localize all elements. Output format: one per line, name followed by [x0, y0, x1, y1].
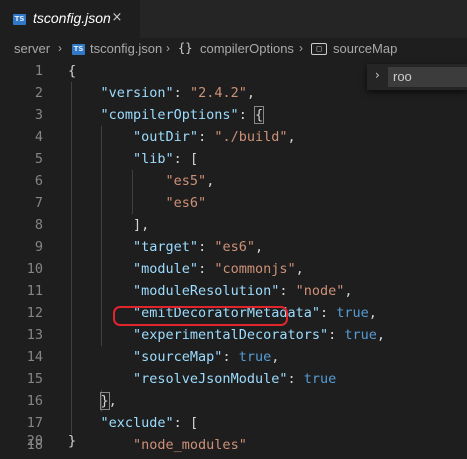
bracket-match: { — [253, 106, 265, 124]
code-text: "outDir": "./build", — [133, 129, 296, 145]
line-number: 3 — [34, 107, 43, 123]
code-line: 4 "outDir": "./build", — [0, 126, 467, 148]
line-number: 2 — [34, 85, 43, 101]
line-number: 12 — [26, 305, 43, 321]
line-number: 6 — [34, 173, 43, 189]
tab-tsconfig[interactable]: TS tsconfig.json × — [0, 0, 140, 38]
line-number: 15 — [26, 371, 43, 387]
typescript-file-icon: TS — [72, 44, 85, 55]
code-text: "experimentalDecorators": true, — [133, 327, 386, 343]
breadcrumb-source-map[interactable]: sourceMap — [333, 41, 397, 56]
code-line: 10 "module": "commonjs", — [0, 258, 467, 280]
code-line: 20 } — [0, 430, 467, 452]
code-text: "module": "commonjs", — [133, 261, 304, 277]
line-number: 4 — [34, 129, 43, 145]
property-icon: □ — [311, 43, 327, 55]
code-text: } — [68, 433, 77, 449]
bracket-match: } — [99, 392, 110, 410]
tab-title: tsconfig.json — [33, 10, 111, 26]
line-number: 5 — [34, 151, 43, 167]
line-number: 20 — [26, 433, 43, 449]
code-line: 15 "resolveJsonModule": true — [0, 368, 467, 390]
code-text: "target": "es6", — [133, 239, 264, 255]
code-text: "version": "2.4.2", — [100, 85, 255, 101]
code-text: "sourceMap": true, — [133, 349, 280, 365]
code-text: "es5", — [165, 173, 215, 189]
code-line: 12 "emitDecoratorMetadata": true, — [0, 302, 467, 324]
line-number: 16 — [26, 393, 43, 409]
code-text: "es6" — [165, 195, 207, 211]
code-line: 14 "sourceMap": true, — [0, 346, 467, 368]
chevron-right-icon: › — [166, 41, 170, 55]
find-input[interactable]: roo — [388, 67, 467, 87]
code-line: 9 "target": "es6", — [0, 236, 467, 258]
chevron-right-icon[interactable]: › — [375, 68, 380, 82]
code-line: 6 "es5", — [0, 170, 467, 192]
tab-bar: TS tsconfig.json × — [0, 0, 467, 38]
code-text: }, — [99, 392, 117, 410]
line-number: 9 — [34, 239, 43, 255]
typescript-file-icon: TS — [13, 14, 26, 25]
breadcrumb-folder-server[interactable]: server — [14, 41, 50, 56]
code-editor[interactable]: 1 { 2 "version": "2.4.2", 3 "compilerOpt… — [0, 60, 467, 459]
code-text: "resolveJsonModule": true — [133, 371, 337, 387]
close-icon[interactable]: × — [107, 8, 127, 28]
code-text: ], — [133, 217, 150, 233]
code-line: 11 "moduleResolution": "node", — [0, 280, 467, 302]
object-icon: {} — [178, 41, 193, 55]
code-text: "moduleResolution": "node", — [133, 283, 353, 299]
code-text: { — [68, 63, 77, 79]
code-line: 8 ], — [0, 214, 467, 236]
line-number: 1 — [34, 63, 43, 79]
code-line: 16 }, — [0, 390, 467, 412]
code-line: 13 "experimentalDecorators": true, — [0, 324, 467, 346]
code-line: 7 "es6" — [0, 192, 467, 214]
chevron-right-icon: › — [58, 41, 62, 55]
line-number: 7 — [34, 195, 43, 211]
code-text: "emitDecoratorMetadata": true, — [133, 305, 377, 321]
code-text: "lib": [ — [133, 151, 199, 167]
line-number: 14 — [26, 349, 43, 365]
line-number: 11 — [26, 283, 43, 299]
line-number: 8 — [34, 217, 43, 233]
line-number: 10 — [26, 261, 43, 277]
breadcrumb: server › TS tsconfig.json › {} compilerO… — [0, 38, 467, 60]
chevron-right-icon: › — [299, 41, 303, 55]
code-line: 3 "compilerOptions": { — [0, 104, 467, 126]
code-text: "compilerOptions": { — [100, 106, 265, 124]
line-number: 13 — [26, 327, 43, 343]
breadcrumb-compiler-options[interactable]: compilerOptions — [200, 41, 294, 56]
code-line: 5 "lib": [ — [0, 148, 467, 170]
breadcrumb-file[interactable]: tsconfig.json — [90, 41, 162, 56]
find-widget[interactable]: › roo — [367, 64, 467, 90]
